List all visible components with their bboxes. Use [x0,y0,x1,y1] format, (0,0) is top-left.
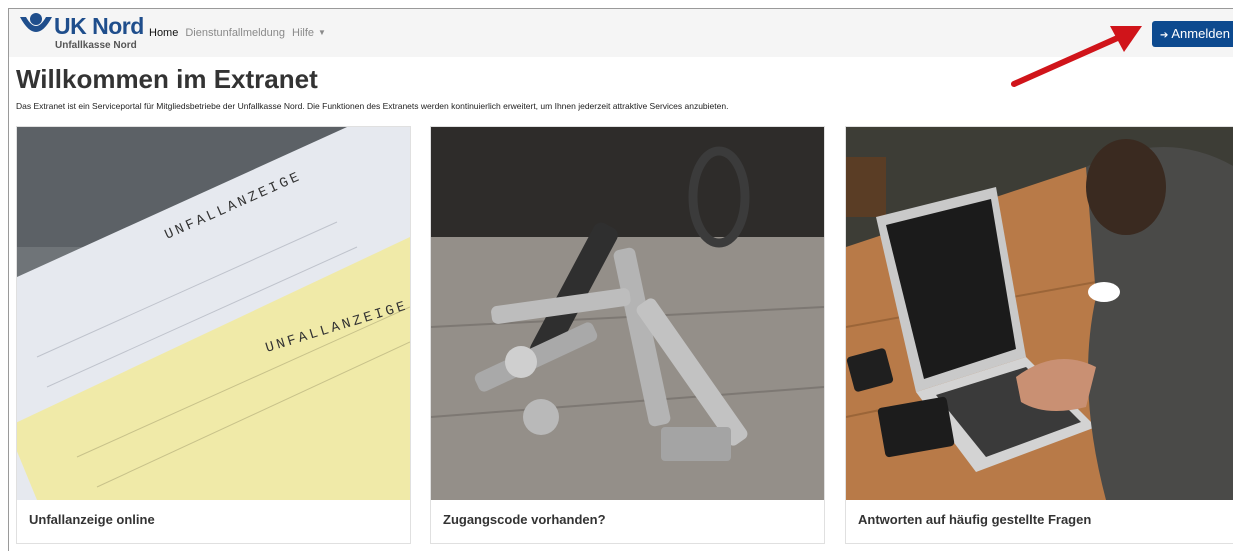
nav-hilfe-label: Hilfe [292,27,315,39]
main-nav: Home Dienstunfallmeldung Hilfe ▼ [149,27,333,39]
nav-home[interactable]: Home [149,27,178,39]
card-title: Antworten auf häufig gestellte Fragen [858,512,1092,527]
brand-name: UK Nord [54,13,144,39]
page-intro: Das Extranet ist ein Serviceportal für M… [16,101,729,111]
card-title: Zugangscode vorhanden? [443,512,606,527]
nav-hilfe[interactable]: Hilfe ▼ [292,27,326,39]
brand-logo[interactable]: UK Nord Unfallkasse Nord [18,13,148,55]
nav-dienstunfallmeldung[interactable]: Dienstunfallmeldung [185,27,285,39]
card-image-forms: UNFALLANZEIGE UNFALLANZEIGE [17,127,410,500]
page-title: Willkommen im Extranet [16,64,318,94]
card-title: Unfallanzeige online [29,512,155,527]
logo-mark-icon [20,13,52,32]
brand-subtitle: Unfallkasse Nord [55,40,137,51]
caret-down-icon: ▼ [318,28,326,37]
sign-in-icon: ➔ [1160,30,1169,41]
card-image-keys [431,127,824,500]
card-zugangscode[interactable]: Zugangscode vorhanden? [430,126,825,544]
card-unfallanzeige[interactable]: UNFALLANZEIGE UNFALLANZEIGE Unfallanzeig… [16,126,411,544]
login-button[interactable]: ➔ Anmelden [1152,21,1233,47]
card-faq[interactable]: Antworten auf häufig gestellte Fragen [845,126,1233,544]
card-image-laptop [846,127,1233,500]
login-label: Anmelden [1171,26,1230,41]
annotation-arrow-icon [1011,26,1142,87]
